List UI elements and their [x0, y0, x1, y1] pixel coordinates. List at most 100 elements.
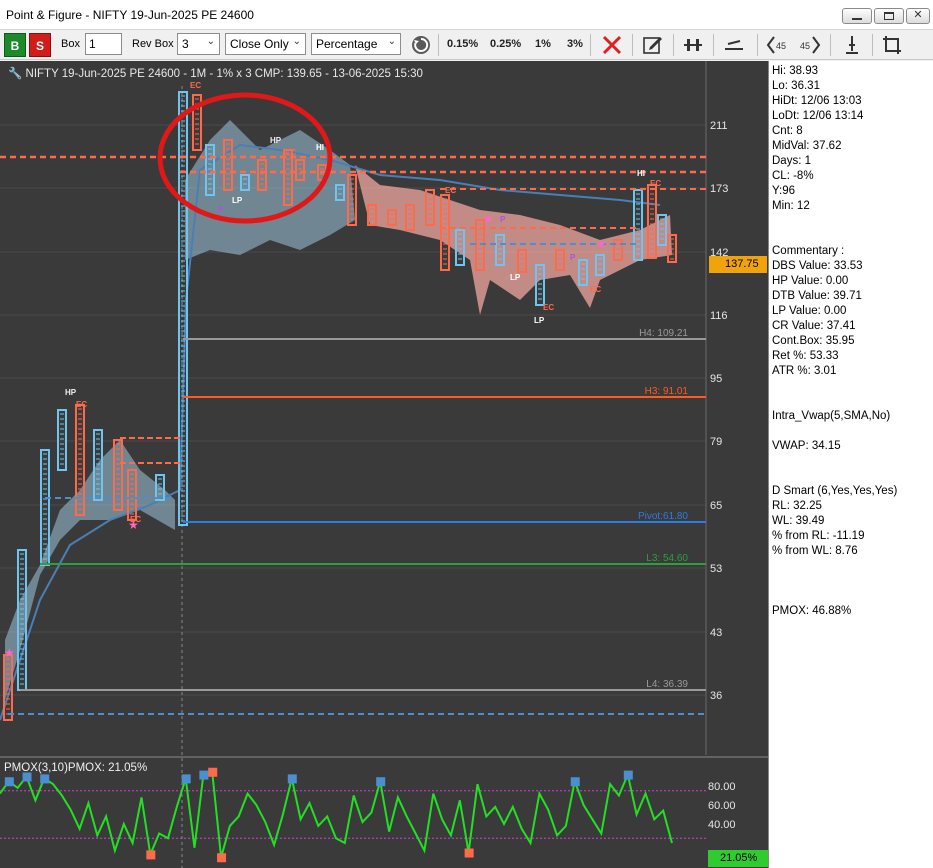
stat-cnt: Cnt: 8 — [772, 125, 803, 137]
chart-marker-label: HP — [270, 136, 282, 145]
pmox-y-tick: 80.00 — [708, 781, 736, 793]
close-window-button[interactable]: ✕ — [906, 8, 930, 24]
rotate-left-45-button[interactable]: 45 — [765, 33, 789, 57]
sell-button[interactable]: S — [29, 33, 51, 57]
y-tick-label: 43 — [710, 627, 722, 639]
rev-box-select[interactable]: 3 ⌄ — [177, 33, 220, 55]
chevron-down-icon: ⌄ — [206, 36, 215, 47]
pct-option-1[interactable]: 0.25% — [490, 38, 521, 50]
pin-button[interactable] — [681, 33, 705, 57]
pmox-signal-square — [199, 770, 209, 780]
commentary-ret: Ret %: 53.33 — [772, 350, 839, 362]
chart-marker-label: P — [570, 253, 576, 262]
pmox-signal-square — [4, 777, 14, 787]
minimize-button[interactable] — [842, 8, 872, 24]
chevron-down-icon: ⌄ — [292, 36, 301, 47]
toolbar-separator — [830, 34, 831, 56]
chart-marker-label: HP — [65, 388, 77, 397]
edit-icon — [643, 37, 662, 54]
close-x-icon — [602, 35, 622, 55]
y-tick-label: 116 — [710, 310, 728, 322]
chart-marker-label: HI — [316, 143, 324, 152]
commentary-contbox: Cont.Box: 35.95 — [772, 335, 855, 347]
line-tool-button[interactable] — [722, 33, 746, 57]
pmox-signal-square — [376, 777, 386, 787]
box-size-input[interactable]: 1 — [85, 33, 122, 55]
stat-min: Min: 12 — [772, 200, 810, 212]
star-signal-icon: ★ — [483, 212, 494, 226]
maximize-icon — [884, 12, 894, 20]
y-tick-label: 53 — [710, 563, 722, 575]
vwap-value: VWAP: 34.15 — [772, 440, 841, 452]
maximize-button[interactable] — [874, 8, 904, 24]
chart-marker-label: EC — [285, 148, 296, 157]
stat-hi: Hi: 38.93 — [772, 65, 819, 77]
star-signal-icon: ★ — [128, 518, 139, 532]
box-label: Box — [61, 38, 80, 50]
channel-band-blue — [5, 440, 175, 700]
stat-y: Y:96 — [772, 185, 796, 197]
pin-icon — [684, 39, 702, 51]
pct-option-2[interactable]: 1% — [535, 38, 551, 50]
commentary-cr: CR Value: 37.41 — [772, 320, 856, 332]
toolbar-separator — [713, 34, 714, 56]
edit-button[interactable] — [641, 33, 665, 57]
star-signal-icon: ★ — [4, 646, 15, 660]
chevron-down-icon: ⌄ — [387, 36, 396, 47]
y-tick-label: 211 — [710, 120, 728, 132]
pmox-signal-square — [217, 853, 227, 863]
buy-button[interactable]: B — [4, 33, 26, 57]
toolbar-separator — [757, 34, 758, 56]
wrench-icon[interactable]: 🔧 — [8, 68, 22, 80]
pct-option-0[interactable]: 0.15% — [447, 38, 478, 50]
chart-area[interactable]: 211 173 142 116 95 79 65 53 43 36 H4: 109.21 H3: 91… — [0, 61, 768, 868]
stat-lo: Lo: 36.31 — [772, 80, 820, 92]
crop-button[interactable] — [880, 33, 904, 57]
pnf-chart-canvas[interactable]: 211173142116957965534336H4: 109.21H3: 91… — [0, 61, 768, 868]
commentary-hp: HP Value: 0.00 — [772, 275, 849, 287]
pmox-y-tick: 60.00 — [708, 800, 736, 812]
window-title: Point & Figure - NIFTY 19-Jun-2025 PE 24… — [6, 8, 254, 22]
y-tick-label: 65 — [710, 500, 722, 512]
rotate-left-45-icon: 45 — [766, 36, 786, 54]
pct-option-3[interactable]: 3% — [567, 38, 583, 50]
price-mode-select[interactable]: Close Only ⌄ — [225, 33, 306, 55]
anchor-button[interactable] — [840, 33, 864, 57]
pivot-level-label: H3: 91.01 — [645, 386, 689, 397]
rev-box-value: 3 — [182, 37, 189, 51]
svg-text:45: 45 — [800, 41, 810, 51]
pmox-current-tag: 21.05% — [708, 850, 768, 867]
scale-select[interactable]: Percentage ⌄ — [311, 33, 401, 55]
chart-marker-label: LP — [232, 196, 243, 205]
stat-hidt: HiDt: 12/06 13:03 — [772, 95, 862, 107]
pmox-signal-square — [40, 774, 50, 784]
dsmart-rl: RL: 32.25 — [772, 500, 822, 512]
commentary-lp: LP Value: 0.00 — [772, 305, 847, 317]
line-tool-icon — [725, 40, 743, 50]
toolbar-separator — [632, 34, 633, 56]
pmox-y-tick: 40.00 — [708, 819, 736, 831]
chart-marker-label: LP — [510, 273, 521, 282]
refresh-icon — [412, 36, 430, 54]
current-price-tag: 137.75 — [709, 256, 767, 273]
chart-marker-label: EC — [543, 303, 554, 312]
chart-marker-label: P — [218, 205, 224, 214]
stat-midval: MidVal: 37.62 — [772, 140, 842, 152]
stat-lodt: LoDt: 12/06 13:14 — [772, 110, 864, 122]
stat-cl: CL: -8% — [772, 170, 814, 182]
dsmart-title: D Smart (6,Yes,Yes,Yes) — [772, 485, 898, 497]
minimize-icon — [852, 18, 862, 20]
chart-marker-label: P — [500, 215, 506, 224]
delete-button[interactable] — [600, 33, 624, 57]
refresh-button[interactable] — [409, 33, 433, 57]
pmox-signal-square — [623, 770, 633, 780]
chart-header: 🔧 NIFTY 19-Jun-2025 PE 24600 - 1M - 1% x… — [8, 66, 423, 80]
pivot-level-label: H4: 109.21 — [639, 328, 688, 339]
pmox-signal-square — [146, 850, 156, 860]
rotate-right-45-button[interactable]: 45 — [798, 33, 822, 57]
toolbar-separator — [673, 34, 674, 56]
rotate-right-45-icon: 45 — [800, 36, 821, 54]
info-panel: Hi: 38.93 Lo: 36.31 HiDt: 12/06 13:03 Lo… — [768, 61, 933, 868]
anchor-icon — [846, 36, 858, 54]
toolbar-separator — [872, 34, 873, 56]
